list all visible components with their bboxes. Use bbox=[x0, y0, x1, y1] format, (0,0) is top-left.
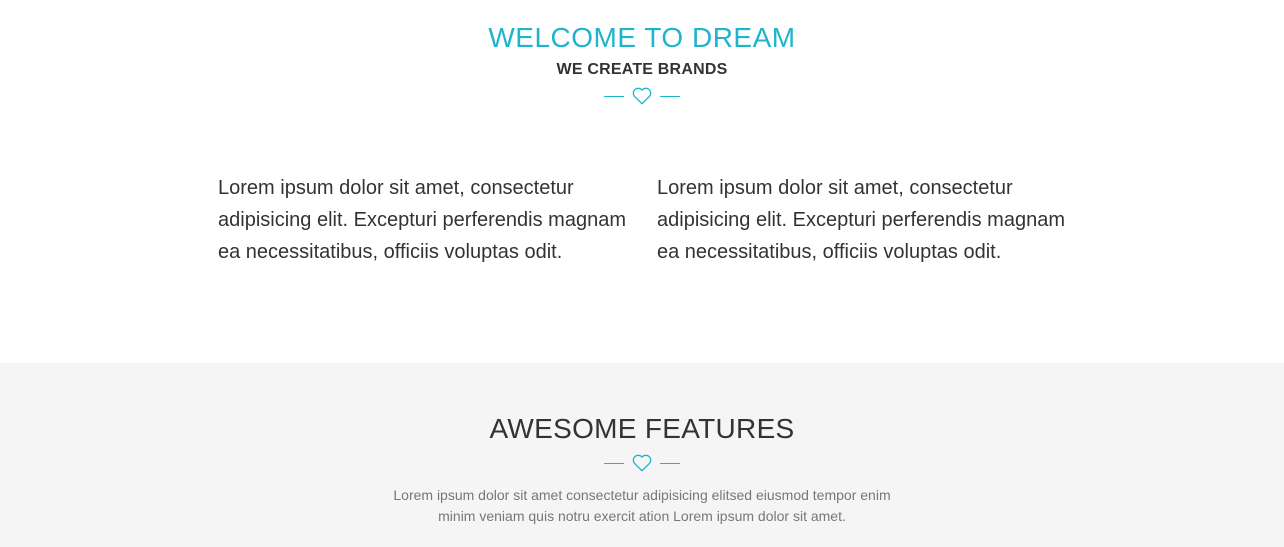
welcome-text-right: Lorem ipsum dolor sit amet, consectetur … bbox=[657, 177, 1065, 263]
divider-line-left bbox=[604, 95, 624, 97]
welcome-text-left: Lorem ipsum dolor sit amet, consectetur … bbox=[218, 177, 626, 263]
divider-line-left bbox=[604, 462, 624, 464]
welcome-section: WELCOME TO DREAM WE CREATE BRANDS Lorem … bbox=[0, 0, 1284, 363]
welcome-subtitle: WE CREATE BRANDS bbox=[556, 61, 728, 78]
welcome-title: WELCOME TO DREAM bbox=[488, 22, 796, 53]
features-section: AWESOME FEATURES Lorem ipsum dolor sit a… bbox=[0, 363, 1284, 547]
divider-line-right bbox=[660, 462, 680, 464]
features-divider bbox=[0, 453, 1284, 473]
welcome-divider bbox=[0, 86, 1284, 106]
heart-icon bbox=[632, 87, 652, 105]
features-description: Lorem ipsum dolor sit amet consectetur a… bbox=[393, 487, 891, 524]
heart-icon bbox=[632, 454, 652, 472]
features-title: AWESOME FEATURES bbox=[489, 413, 795, 444]
divider-line-right bbox=[660, 95, 680, 97]
